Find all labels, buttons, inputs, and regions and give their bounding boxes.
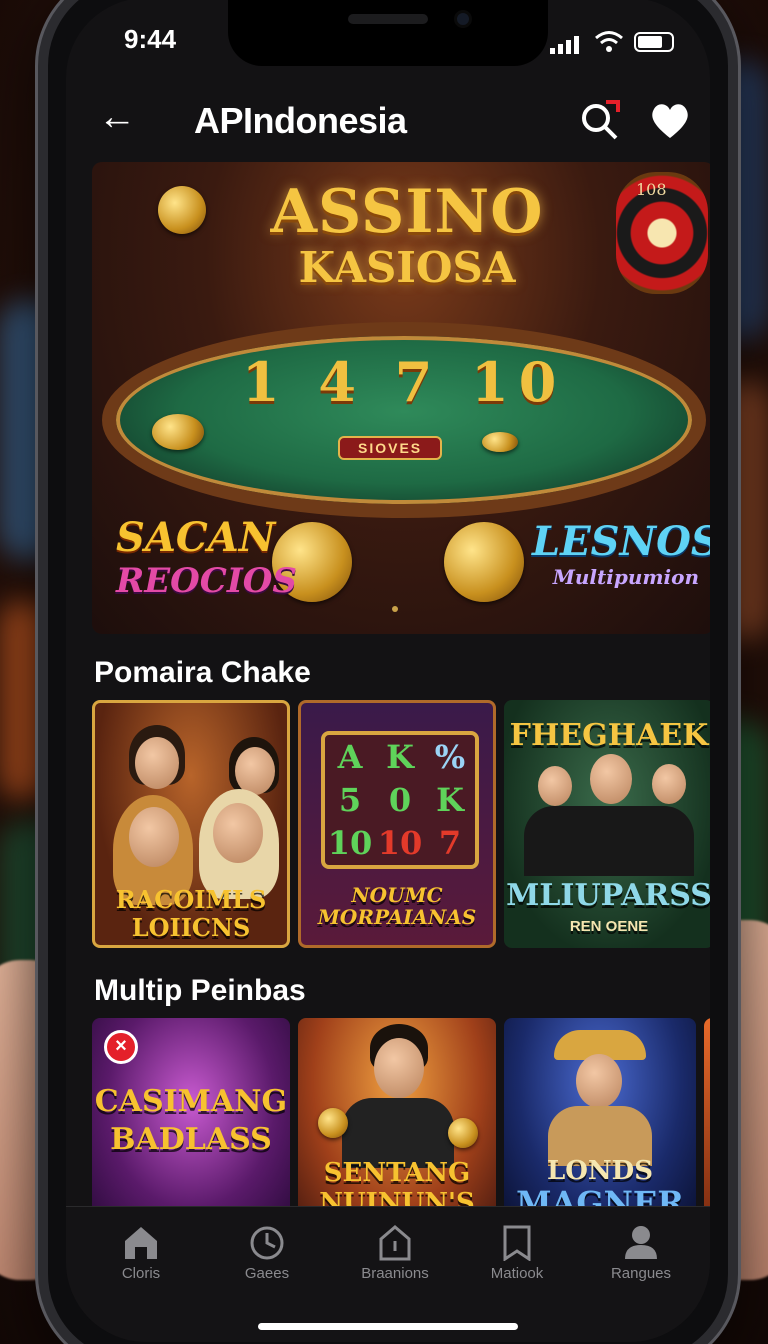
tab-rangues[interactable]: Rangues bbox=[586, 1223, 696, 1282]
favorite-heart-icon[interactable] bbox=[646, 96, 694, 144]
reel-symbol: % bbox=[434, 737, 466, 776]
bookmark-icon bbox=[503, 1225, 531, 1261]
reel-symbol: 7 bbox=[438, 824, 462, 863]
gold-coin bbox=[482, 432, 518, 452]
app-header: ← APIndonesia bbox=[66, 84, 710, 154]
section-title: Multip Peinbas bbox=[94, 974, 306, 1007]
hero-badge-right-line2: Multipumion bbox=[552, 565, 700, 589]
roulette-number: 108 bbox=[636, 180, 667, 199]
tab-matiook[interactable]: Matiook bbox=[462, 1223, 572, 1282]
battery-icon bbox=[634, 32, 674, 52]
game-card[interactable]: × CASIMANG BADLASS bbox=[92, 1018, 290, 1228]
reel-symbol: 5 bbox=[338, 780, 362, 819]
tab-label: Gaees bbox=[244, 1265, 290, 1282]
status-bar: 9:44 bbox=[66, 22, 710, 62]
card-caption-top: FHEGHAEK bbox=[509, 718, 709, 753]
bottom-tab-bar: Cloris Gaees Braanions Matiook Rangues bbox=[66, 1206, 710, 1342]
person-face bbox=[135, 737, 179, 789]
game-card[interactable]: A K % 5 0 K 10 10 7 NOUMC MORPAIANAS bbox=[298, 700, 496, 948]
gold-coin bbox=[158, 186, 206, 234]
carousel-dot[interactable] bbox=[392, 606, 398, 612]
person-body bbox=[524, 806, 694, 876]
person-face bbox=[213, 803, 263, 863]
tab-label: Braanions bbox=[361, 1265, 429, 1282]
game-card[interactable]: RACOIMLS LOIICNS bbox=[92, 700, 290, 948]
wifi-icon bbox=[595, 31, 623, 52]
hero-badge-left: SACAN REOCIOS bbox=[116, 514, 297, 601]
card-caption-line1: LONDS bbox=[546, 1156, 654, 1186]
gold-coin bbox=[444, 522, 524, 602]
reel-symbol: 10 bbox=[327, 824, 373, 863]
person-face bbox=[129, 807, 179, 867]
game-card[interactable]: SENTANG NUINUN'S bbox=[298, 1018, 496, 1228]
tab-games[interactable]: Gaees bbox=[212, 1223, 322, 1282]
status-time: 9:44 bbox=[124, 24, 177, 54]
back-arrow-icon[interactable]: ← bbox=[98, 98, 136, 136]
section-title: Pomaira Chake bbox=[94, 656, 311, 689]
card-caption-line2: MORPAIANAS bbox=[317, 905, 477, 929]
person-face bbox=[235, 747, 275, 795]
tab-label: Cloris bbox=[121, 1265, 161, 1282]
hero-badge-right: LESNOS Multipumion bbox=[532, 518, 710, 589]
hero-badge-left-line1: SACAN bbox=[116, 514, 276, 561]
card-caption-line1: MLIUPARSS bbox=[506, 878, 710, 913]
reel-symbol: 0 bbox=[388, 780, 412, 819]
gold-coin bbox=[152, 414, 204, 450]
person-face bbox=[374, 1038, 424, 1098]
card-caption-line2: BADLASS bbox=[110, 1122, 272, 1157]
home-icon bbox=[125, 1227, 157, 1259]
hero-badge-right-line1: LESNOS bbox=[532, 518, 710, 565]
gold-coin bbox=[448, 1118, 478, 1148]
reel-symbol: A bbox=[337, 737, 363, 776]
card-caption-line2: REN OENE bbox=[569, 918, 649, 935]
hero-logo: ASSINO KASIOSA bbox=[242, 180, 572, 292]
search-icon[interactable] bbox=[576, 96, 624, 144]
hero-logo-line2: KASIOSA bbox=[298, 243, 516, 292]
table-plate: SIOVES bbox=[338, 436, 443, 460]
card-caption-line2: LOIICNS bbox=[131, 913, 251, 942]
hero-badge-left-line2: REOCIOS bbox=[116, 561, 297, 601]
card-caption-line1: NOUMC bbox=[351, 883, 443, 907]
hero-logo-line1: ASSINO bbox=[270, 177, 544, 247]
clock-icon bbox=[250, 1226, 284, 1260]
profile-icon bbox=[625, 1226, 657, 1259]
tab-home[interactable]: Cloris bbox=[86, 1223, 196, 1282]
card-caption-line1: RACOIMLS bbox=[115, 885, 267, 914]
hero-banner[interactable]: 108 ASSINO KASIOSA 1 4 7 10 SIOVES SACAN… bbox=[92, 162, 710, 634]
tab-label: Matiook bbox=[490, 1265, 544, 1282]
card-caption-line1: CASIMANG bbox=[94, 1084, 288, 1119]
game-card-partial[interactable] bbox=[704, 1018, 710, 1228]
game-card[interactable]: FHEGHAEK MLIUPARSS REN OENE bbox=[504, 700, 710, 948]
phone-screen: 9:44 ← APIndonesia 108 ASSINO KASIOSA 1 … bbox=[66, 0, 710, 1342]
phone-frame: 9:44 ← APIndonesia 108 ASSINO KASIOSA 1 … bbox=[38, 0, 738, 1344]
game-card[interactable]: LONDS MAGNER bbox=[504, 1018, 696, 1228]
house-outline-icon bbox=[379, 1225, 411, 1261]
tab-label: Rangues bbox=[610, 1265, 672, 1282]
reel-symbol: K bbox=[386, 737, 414, 776]
person-face bbox=[538, 766, 572, 806]
gold-coin bbox=[318, 1108, 348, 1138]
table-numbers: 1 4 7 10 bbox=[242, 350, 567, 414]
tab-braanions[interactable]: Braanions bbox=[340, 1223, 450, 1282]
close-icon[interactable]: × bbox=[104, 1030, 138, 1064]
signal-icon bbox=[550, 36, 579, 54]
home-indicator[interactable] bbox=[258, 1323, 518, 1330]
person-face bbox=[576, 1054, 622, 1108]
page-title: APIndonesia bbox=[194, 100, 407, 141]
card-caption-line1: SENTANG bbox=[323, 1158, 471, 1188]
slot-reels: A K % 5 0 K 10 10 7 bbox=[321, 731, 479, 869]
person-face bbox=[590, 754, 632, 804]
person-face bbox=[652, 764, 686, 804]
reel-symbol: K bbox=[436, 780, 464, 819]
reel-symbol: 10 bbox=[377, 824, 423, 863]
